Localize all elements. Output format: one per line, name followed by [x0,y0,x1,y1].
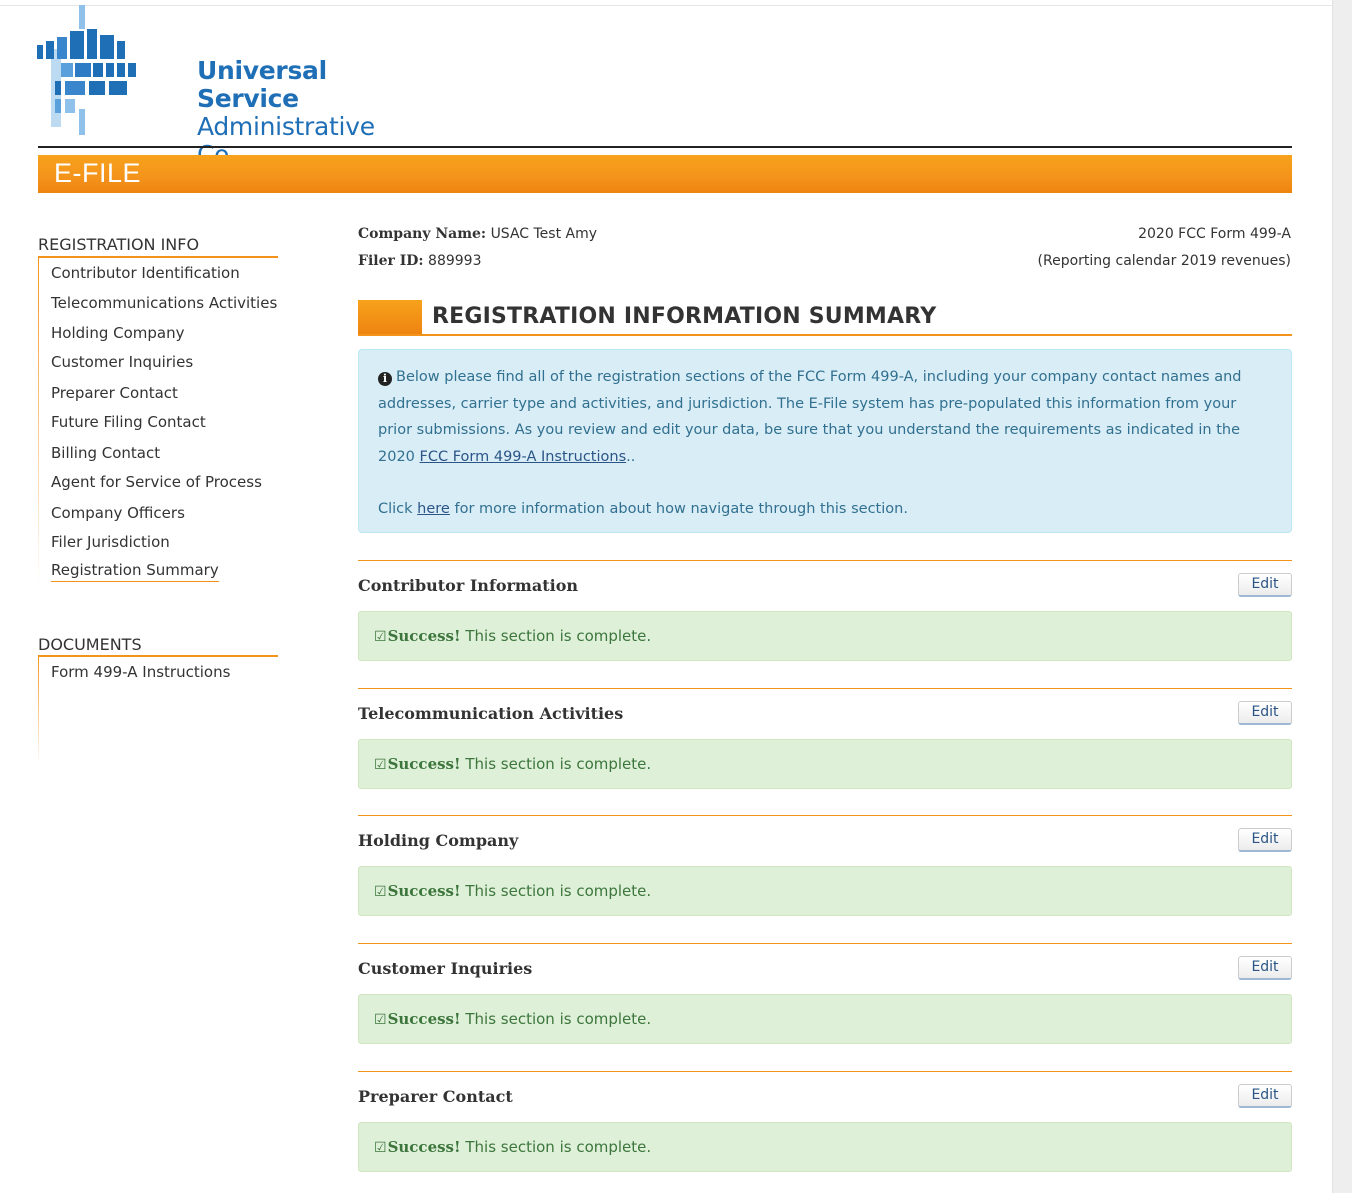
sidebar-item-company-officers[interactable]: Company Officers [51,504,185,522]
efile-banner-label: E-FILE [54,158,142,188]
section-title: Preparer Contact [358,1087,513,1106]
success-alert: ☑Success! This section is complete. [358,1122,1292,1172]
section-divider [358,1071,1292,1072]
sidebar-item-agent-for-service-of-process[interactable]: Agent for Service of Process [51,473,262,491]
sidebar-item-future-filing-contact[interactable]: Future Filing Contact [51,413,206,431]
success-alert: ☑Success! This section is complete. [358,739,1292,789]
sidebar-item-filer-jurisdiction[interactable]: Filer Jurisdiction [51,533,170,551]
sidebar-documents-rule [38,655,39,765]
check-square-icon: ☑ [374,884,387,900]
scrollbar[interactable] [1332,0,1352,1193]
section-divider [358,560,1292,561]
section-title: Holding Company [358,831,519,850]
section-title: Telecommunication Activities [358,704,624,723]
sidebar-item-registration-summary[interactable]: Registration Summary [51,561,219,582]
here-link[interactable]: here [417,501,450,517]
sidebar-item-billing-contact[interactable]: Billing Contact [51,444,160,462]
info-after-link: .. [626,448,636,465]
sidebar-heading-underline [38,256,278,258]
success-alert: ☑Success! This section is complete. [358,866,1292,916]
success-text: This section is complete. [465,1138,652,1156]
logo-line-1: Universal Service [197,56,327,113]
sidebar-documents-underline [38,655,278,657]
success-label: Success! [387,1138,461,1156]
efile-banner: E-FILE [38,155,1292,193]
success-label: Success! [387,1010,461,1028]
click-pre: Click [378,501,413,517]
success-text: This section is complete. [465,882,652,900]
sidebar-item-customer-inquiries[interactable]: Customer Inquiries [51,353,193,371]
edit-button[interactable]: Edit [1238,573,1292,597]
success-text: This section is complete. [465,755,652,773]
page-title: REGISTRATION INFORMATION SUMMARY [432,304,937,329]
success-label: Success! [387,882,461,900]
header-divider [38,146,1292,148]
check-square-icon: ☑ [374,1140,387,1156]
check-square-icon: ☑ [374,629,387,645]
form-subtitle: (Reporting calendar 2019 revenues) [1037,253,1291,269]
section-divider [358,943,1292,944]
success-label: Success! [387,755,461,773]
filer-id-value: 889993 [428,253,482,269]
success-text: This section is complete. [465,1010,652,1028]
sidebar-heading-registration: REGISTRATION INFO [38,235,200,254]
check-square-icon: ☑ [374,1012,387,1028]
company-name-label: Company Name: [358,226,487,242]
company-name-value: USAC Test Amy [490,226,598,242]
instructions-link[interactable]: FCC Form 499-A Instructions [420,449,627,465]
sidebar-item-preparer-contact[interactable]: Preparer Contact [51,384,178,402]
edit-button[interactable]: Edit [1238,956,1292,980]
sidebar-item-telecommunications-activities[interactable]: Telecommunications Activities [51,294,277,312]
info-circle-icon: i [378,372,392,386]
sidebar-item-holding-company[interactable]: Holding Company [51,324,184,342]
section-title: Contributor Information [358,576,578,595]
success-alert: ☑Success! This section is complete. [358,611,1292,661]
success-label: Success! [387,627,461,645]
section-title: Customer Inquiries [358,959,533,978]
sidebar-item-form-499a-instructions[interactable]: Form 499-A Instructions [51,663,230,681]
click-post: for more information about how navigate … [454,501,908,517]
sidebar-heading-documents: DOCUMENTS [38,635,142,654]
info-alert: i Below please find all of the registrati… [358,349,1292,533]
section-divider [358,688,1292,689]
success-text: This section is complete. [465,627,652,645]
check-square-icon: ☑ [374,757,387,773]
sidebar-vertical-rule [38,256,39,586]
filer-id: Filer ID: 889993 [358,253,482,269]
success-alert: ☑Success! This section is complete. [358,994,1292,1044]
usac-logo[interactable]: Universal Service Administrative Co. [35,5,415,169]
summary-header-accent [358,300,422,334]
usac-logo-mark-icon [37,5,136,135]
summary-header: REGISTRATION INFORMATION SUMMARY [358,300,1292,336]
edit-button[interactable]: Edit [1238,701,1292,725]
filer-id-label: Filer ID: [358,253,424,269]
form-title: 2020 FCC Form 499-A [1138,226,1291,242]
company-name: Company Name: USAC Test Amy [358,226,597,242]
edit-button[interactable]: Edit [1238,1084,1292,1108]
section-divider [358,815,1292,816]
sidebar-item-contributor-identification[interactable]: Contributor Identification [51,264,240,282]
edit-button[interactable]: Edit [1238,828,1292,852]
usac-logo-text: Universal Service Administrative Co. [197,57,415,169]
